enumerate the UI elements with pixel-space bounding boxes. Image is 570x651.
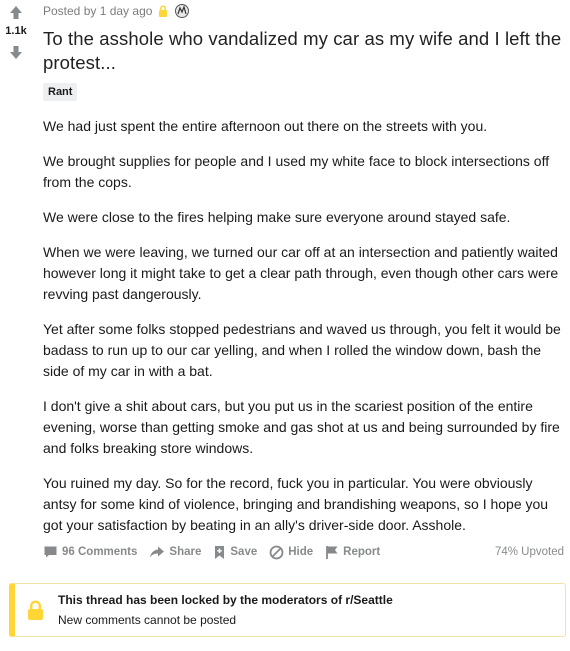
post-paragraph: Yet after some folks stopped pedestrians…: [43, 321, 561, 379]
upvote-ratio: 74% Upvoted: [494, 546, 564, 558]
report-label: Report: [343, 546, 381, 558]
locked-text: This thread has been locked by the moder…: [58, 592, 393, 628]
post: Posted by 1 day ago To the asshole who v…: [43, 0, 567, 550]
share-button[interactable]: Share: [149, 545, 201, 559]
upvote-icon: [10, 5, 22, 19]
share-label: Share: [169, 546, 202, 558]
comments-label: 96 Comments: [62, 546, 138, 558]
post-meta-text: Posted by 1 day ago: [43, 4, 153, 18]
post-title[interactable]: To the asshole who vandalized my car as …: [43, 27, 567, 75]
post-paragraph: When we were leaving, we turned our car …: [43, 244, 559, 302]
post-paragraph: We were close to the fires helping make …: [43, 209, 511, 225]
hide-label: Hide: [288, 546, 314, 558]
hide-icon: [269, 545, 284, 559]
post-paragraph: I don't give a shit about cars, but you …: [43, 398, 560, 456]
upvote-button[interactable]: [0, 2, 32, 22]
locked-subtitle: New comments cannot be posted: [58, 613, 237, 627]
post-flair[interactable]: Rant: [43, 83, 78, 101]
post-paragraph: We brought supplies for people and I use…: [43, 153, 550, 190]
award-icon[interactable]: [174, 3, 190, 19]
downvote-button[interactable]: [0, 42, 32, 62]
post-meta: Posted by 1 day ago: [43, 0, 567, 22]
report-button[interactable]: Report: [325, 545, 380, 560]
post-paragraph: We had just spent the entire afternoon o…: [43, 118, 488, 134]
comment-icon: [44, 546, 57, 558]
save-icon: [215, 545, 225, 559]
lock-icon: [27, 600, 44, 621]
lock-icon: [158, 5, 168, 17]
vote-score: 1.1k: [5, 25, 27, 37]
locked-title: This thread has been locked by the moder…: [58, 593, 393, 607]
vote-column: 1.1k: [0, 0, 32, 62]
post-paragraph: You ruined my day. So for the record, fu…: [43, 475, 549, 533]
share-icon: [150, 546, 165, 558]
locked-notice: This thread has been locked by the moder…: [9, 583, 566, 637]
comments-button[interactable]: 96 Comments: [43, 545, 137, 559]
save-label: Save: [230, 546, 258, 558]
save-button[interactable]: Save: [213, 545, 257, 560]
downvote-icon: [10, 45, 22, 59]
hide-button[interactable]: Hide: [269, 545, 313, 560]
report-icon: [326, 545, 338, 559]
post-body: We had just spent the entire afternoon o…: [43, 116, 567, 536]
post-action-bar: 96 Comments Share Save Hide Report 74% U…: [43, 540, 567, 564]
